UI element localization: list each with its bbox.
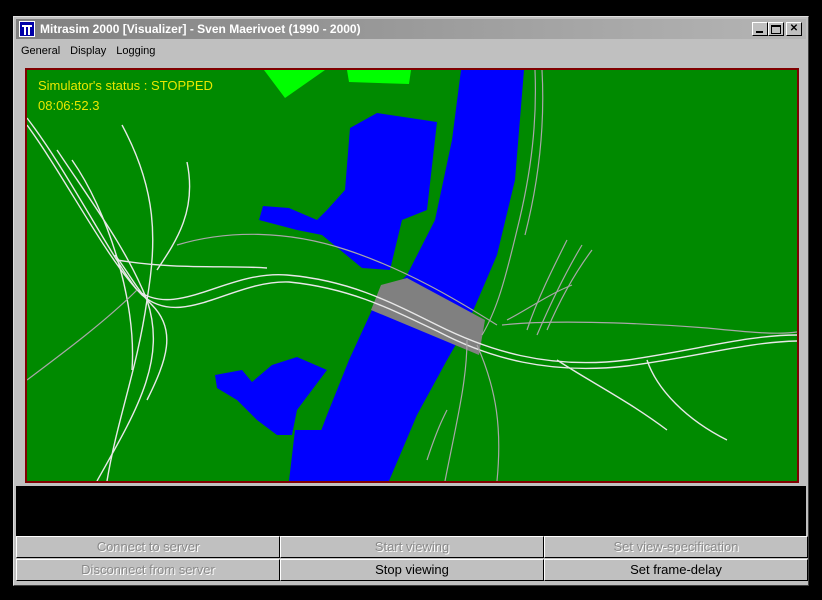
menu-bar: General Display Logging xyxy=(16,41,806,59)
console-area xyxy=(16,486,806,536)
button-row-bottom: Disconnect from server Stop viewing Set … xyxy=(16,559,808,581)
road-segment xyxy=(556,359,668,431)
motorway-sign-icon[interactable] xyxy=(19,21,35,37)
road-segment xyxy=(546,249,593,331)
dock-basin xyxy=(259,113,437,270)
road-segment xyxy=(476,344,500,481)
road-segment xyxy=(506,284,573,321)
road-segment xyxy=(526,239,568,331)
road-segment xyxy=(501,321,797,334)
bright-land-patch xyxy=(264,70,325,98)
disconnect-from-server-button[interactable]: Disconnect from server xyxy=(16,559,280,581)
simulation-clock: 08:06:52.3 xyxy=(38,98,100,113)
connect-to-server-button[interactable]: Connect to server xyxy=(16,536,280,558)
button-row-top: Connect to server Start viewing Set view… xyxy=(16,536,808,558)
title-bar[interactable]: Mitrasim 2000 [Visualizer] - Sven Maeriv… xyxy=(16,19,806,39)
menu-general[interactable]: General xyxy=(16,43,65,59)
road-network-map xyxy=(27,70,797,481)
set-view-specification-button[interactable]: Set view-specification xyxy=(544,536,808,558)
road-segment xyxy=(156,161,191,271)
road-segment xyxy=(56,149,155,481)
simulator-status: Simulator's status : STOPPED xyxy=(38,78,213,93)
road-segment xyxy=(426,409,448,461)
maximize-button[interactable] xyxy=(768,22,784,36)
pond xyxy=(215,357,327,435)
start-viewing-button[interactable]: Start viewing xyxy=(280,536,544,558)
window-title: Mitrasim 2000 [Visualizer] - Sven Maeriv… xyxy=(40,22,361,36)
road-segment xyxy=(524,70,544,236)
road-segment xyxy=(444,339,468,481)
close-button[interactable] xyxy=(786,22,802,36)
road-segment xyxy=(646,359,728,441)
menu-display[interactable]: Display xyxy=(65,43,111,59)
bright-land-patch xyxy=(347,70,411,84)
road-segment xyxy=(27,289,138,381)
road-segment xyxy=(116,259,268,269)
menu-logging[interactable]: Logging xyxy=(111,43,160,59)
app-window: Mitrasim 2000 [Visualizer] - Sven Maeriv… xyxy=(13,16,809,586)
map-viewer[interactable]: Simulator's status : STOPPED 08:06:52.3 xyxy=(25,68,799,483)
road-segment xyxy=(106,124,154,481)
minimize-button[interactable] xyxy=(752,22,768,36)
set-frame-delay-button[interactable]: Set frame-delay xyxy=(544,559,808,581)
stop-viewing-button[interactable]: Stop viewing xyxy=(280,559,544,581)
